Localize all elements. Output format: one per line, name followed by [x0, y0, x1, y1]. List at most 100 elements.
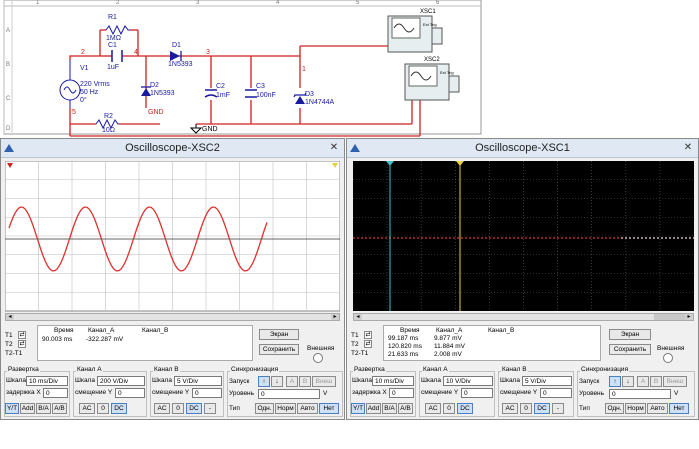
- xsc1-none-button[interactable]: Нет: [669, 403, 689, 414]
- xsc2-close-icon[interactable]: ✕: [328, 142, 340, 154]
- xsc2-t2-arrows-icon[interactable]: ⇄: [18, 340, 26, 348]
- xsc1-timebase-scale-field[interactable]: 10 ms/Div: [372, 376, 414, 386]
- xsc2-add-button[interactable]: Add: [20, 403, 35, 414]
- xsc2-ba-button[interactable]: B/A: [36, 403, 51, 414]
- c3-ref[interactable]: C3: [256, 83, 265, 90]
- xsc2-chb-offset-field[interactable]: 0: [192, 388, 222, 398]
- xsc2-trigger-b-button[interactable]: B: [299, 376, 311, 387]
- c1-ref[interactable]: C1: [108, 42, 117, 49]
- xsc2-timebase-scale-field[interactable]: 10 ms/Div: [26, 376, 68, 386]
- xsc1-rising-edge-icon[interactable]: ↑: [609, 376, 621, 387]
- xsc1-cha-zero-button[interactable]: 0: [443, 403, 455, 414]
- xsc2-label[interactable]: XSC2: [424, 57, 440, 63]
- v1-ref[interactable]: V1: [80, 65, 89, 72]
- xsc2-rising-edge-icon[interactable]: ↑: [258, 376, 270, 387]
- xsc1-screen[interactable]: [353, 161, 694, 311]
- xsc1-x-delay-field[interactable]: 0: [389, 388, 414, 398]
- xsc1-t2-arrows-icon[interactable]: ⇄: [364, 340, 372, 348]
- r1-ref[interactable]: R1: [108, 14, 117, 21]
- xsc2-scrollbar[interactable]: ◂ ▸: [5, 313, 340, 321]
- xsc1-single-button[interactable]: Одн.: [605, 403, 624, 414]
- xsc1-chb-dc-button[interactable]: DC: [534, 403, 550, 414]
- node-4-label: 4: [134, 49, 138, 56]
- xsc2-title-bar[interactable]: Oscilloscope-XSC2 ✕: [1, 139, 344, 158]
- xsc2-level-field[interactable]: 0: [258, 389, 320, 399]
- xsc1-yt-button[interactable]: Y/T: [351, 403, 365, 414]
- xsc2-chb-dc-button[interactable]: DC: [186, 403, 202, 414]
- oscilloscope-xsc1-window[interactable]: Oscilloscope-XSC1 ✕ ◂ ▸ T1 T2 T2-T1 ⇄ ⇄ …: [346, 138, 699, 420]
- xsc1-trigger-ext-button[interactable]: Внеш: [663, 376, 687, 387]
- xsc2-trigger-a-button[interactable]: A: [286, 376, 298, 387]
- d2-ref[interactable]: D2: [150, 82, 159, 89]
- xsc1-level-field[interactable]: 0: [609, 389, 671, 399]
- xsc1-title-bar[interactable]: Oscilloscope-XSC1 ✕: [347, 139, 698, 158]
- xsc1-scroll-thumb[interactable]: [654, 314, 686, 320]
- xsc1-normal-button[interactable]: Норм: [625, 403, 646, 414]
- xsc2-reverse-button[interactable]: Экран: [259, 329, 299, 340]
- xsc1-cha-dc-button[interactable]: DC: [457, 403, 473, 414]
- xsc2-x-delay-field[interactable]: 0: [43, 388, 68, 398]
- xsc2-ab-button[interactable]: A/B: [52, 403, 67, 414]
- xsc2-normal-button[interactable]: Норм: [275, 403, 296, 414]
- xsc1-type-label: Тип: [579, 405, 590, 412]
- xsc1-scrollbar[interactable]: ◂ ▸: [353, 313, 694, 321]
- xsc1-auto-button[interactable]: Авто: [647, 403, 668, 414]
- xsc2-chb-minus-button[interactable]: -: [204, 403, 216, 414]
- xsc1-save-button[interactable]: Сохранить: [609, 344, 651, 355]
- xsc1-chb-minus-button[interactable]: -: [552, 403, 564, 414]
- xsc1-reverse-button[interactable]: Экран: [609, 329, 651, 340]
- xsc1-chb-scale-field[interactable]: 5 V/Div: [522, 376, 572, 386]
- oscilloscope-xsc2-window[interactable]: Oscilloscope-XSC2 ✕ ◂ ▸ T1 T2 T2-T1 ⇄ ⇄ …: [0, 138, 345, 420]
- c2-value[interactable]: 1mF: [216, 92, 230, 99]
- xsc2-auto-button[interactable]: Авто: [297, 403, 318, 414]
- c2-ref[interactable]: C2: [216, 83, 225, 90]
- xsc1-ba-button[interactable]: B/A: [382, 403, 397, 414]
- schematic-canvas[interactable]: 1 2 3 4 5 6 A B C D R1 1MΩ C1 1uF D1 1N5…: [0, 0, 699, 140]
- xsc1-chb-offset-field[interactable]: 0: [540, 388, 572, 398]
- xsc2-cha-scale-field[interactable]: 200 V/Div: [97, 376, 145, 386]
- xsc2-single-button[interactable]: Одн.: [255, 403, 274, 414]
- c1-value[interactable]: 1uF: [107, 64, 119, 71]
- xsc1-trigger-b-button[interactable]: B: [650, 376, 662, 387]
- xsc2-none-button[interactable]: Нет: [319, 403, 339, 414]
- r2-ref[interactable]: R2: [104, 113, 113, 120]
- v1-frequency[interactable]: 50 Hz: [80, 89, 98, 96]
- d3-ref[interactable]: D3: [305, 91, 314, 98]
- xsc2-trigger-ext-button[interactable]: Внеш: [312, 376, 336, 387]
- d3-value[interactable]: 1N4744A: [305, 99, 334, 106]
- xsc2-chb-ac-button[interactable]: AC: [154, 403, 170, 414]
- d1-value[interactable]: 1N5393: [168, 61, 193, 68]
- xsc1-t1-arrows-icon[interactable]: ⇄: [364, 331, 372, 339]
- xsc1-ext-trigger-icon[interactable]: [663, 353, 673, 363]
- v1-voltage[interactable]: 220 Vrms: [80, 81, 110, 88]
- xsc1-chb-zero-button[interactable]: 0: [520, 403, 532, 414]
- xsc2-yt-button[interactable]: Y/T: [5, 403, 19, 414]
- xsc2-chb-zero-button[interactable]: 0: [172, 403, 184, 414]
- xsc2-cha-dc-button[interactable]: DC: [111, 403, 127, 414]
- xsc2-t1-arrows-icon[interactable]: ⇄: [18, 331, 26, 339]
- xsc1-timebase-title: Развертка: [353, 366, 386, 373]
- xsc1-chb-ac-button[interactable]: AC: [502, 403, 518, 414]
- v1-phase[interactable]: 0°: [80, 97, 87, 104]
- xsc1-ab-button[interactable]: A/B: [398, 403, 413, 414]
- xsc1-falling-edge-icon[interactable]: ↓: [622, 376, 634, 387]
- xsc2-cha-ac-button[interactable]: AC: [79, 403, 95, 414]
- xsc1-cha-offset-field[interactable]: 0: [461, 388, 493, 398]
- c3-value[interactable]: 100nF: [256, 92, 276, 99]
- d1-ref[interactable]: D1: [172, 42, 181, 49]
- xsc1-label[interactable]: XSC1: [420, 9, 436, 15]
- xsc2-save-button[interactable]: Сохранить: [259, 344, 299, 355]
- xsc1-add-button[interactable]: Add: [366, 403, 381, 414]
- xsc1-cha-scale-field[interactable]: 10 V/Div: [443, 376, 493, 386]
- xsc2-chb-scale-field[interactable]: 5 V/Div: [174, 376, 222, 386]
- d2-value[interactable]: 1N5393: [150, 90, 175, 97]
- xsc2-falling-edge-icon[interactable]: ↓: [271, 376, 283, 387]
- r1-value[interactable]: 1MΩ: [106, 35, 121, 42]
- xsc2-cha-zero-button[interactable]: 0: [97, 403, 109, 414]
- xsc1-close-icon[interactable]: ✕: [682, 142, 694, 154]
- xsc2-cha-offset-field[interactable]: 0: [115, 388, 145, 398]
- xsc1-trigger-a-button[interactable]: A: [637, 376, 649, 387]
- r2-value[interactable]: 10Ω: [102, 127, 115, 134]
- xsc1-cha-ac-button[interactable]: AC: [425, 403, 441, 414]
- xsc2-ext-trigger-icon[interactable]: [313, 353, 323, 363]
